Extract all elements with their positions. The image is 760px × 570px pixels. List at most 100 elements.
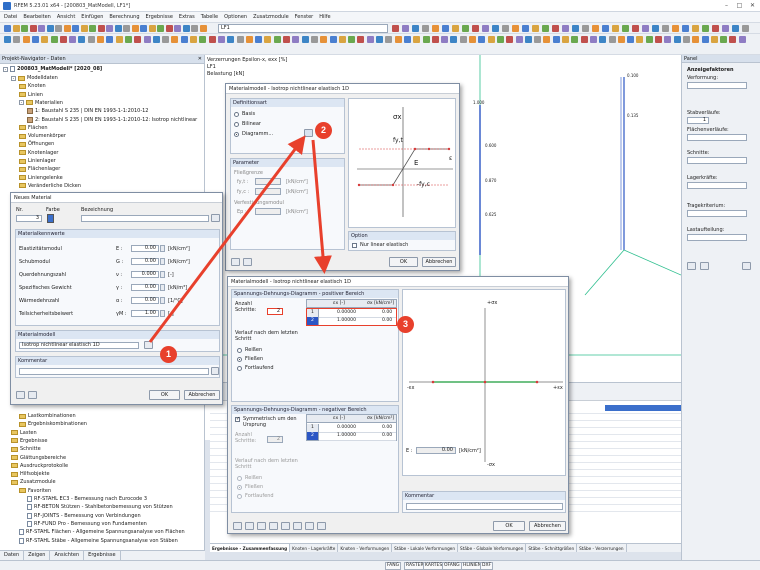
tree-item[interactable]: Linienlager bbox=[19, 157, 56, 165]
toolbar-icon[interactable] bbox=[589, 36, 597, 43]
help-icon[interactable] bbox=[231, 258, 240, 266]
toolbar-icon[interactable] bbox=[632, 25, 639, 32]
verlauf-radio[interactable] bbox=[237, 357, 242, 362]
toolbar-icon[interactable] bbox=[208, 36, 216, 43]
toolbar-icon[interactable] bbox=[301, 36, 309, 43]
toolbar-icon[interactable] bbox=[712, 25, 719, 32]
toolbar-icon[interactable] bbox=[338, 36, 346, 43]
toolbar-icon[interactable] bbox=[617, 36, 625, 43]
toolbar-icon[interactable] bbox=[552, 25, 559, 32]
menu-item-4[interactable]: Berechnung bbox=[109, 14, 139, 20]
tree-item[interactable]: Favoriten bbox=[19, 487, 51, 495]
toolbar-icon[interactable] bbox=[59, 36, 67, 43]
sigma-cell[interactable]: 0.00 bbox=[382, 425, 392, 431]
toolbar-icon[interactable] bbox=[636, 36, 644, 43]
dialog-tool-icon[interactable] bbox=[281, 522, 290, 530]
materialmodell-select[interactable]: Isotrop nichtlinear elastisch 1D bbox=[19, 342, 139, 349]
stepper[interactable] bbox=[160, 258, 165, 265]
toolbar-icon[interactable] bbox=[292, 36, 300, 43]
toolbar-icon[interactable] bbox=[642, 25, 649, 32]
panel-icon[interactable] bbox=[700, 262, 709, 270]
edit-diagram-icon[interactable] bbox=[304, 129, 313, 137]
close-icon[interactable]: ✕ bbox=[198, 55, 202, 64]
tree-item[interactable]: Lasten bbox=[11, 429, 37, 437]
toolbar-icon[interactable] bbox=[348, 36, 356, 43]
toolbar-icon[interactable] bbox=[552, 36, 560, 43]
tree-item[interactable]: Schnitte bbox=[11, 445, 41, 453]
toolbar-icon[interactable] bbox=[199, 36, 207, 43]
expand-icon[interactable]: - bbox=[19, 100, 24, 106]
menu-item-9[interactable]: Zusatzmodule bbox=[253, 14, 289, 20]
panel-input[interactable] bbox=[687, 134, 747, 141]
toolbar-icon[interactable] bbox=[462, 25, 469, 32]
toolbar-icon[interactable] bbox=[97, 25, 105, 32]
expand-icon[interactable]: - bbox=[3, 66, 8, 72]
toolbar-icon[interactable] bbox=[217, 36, 225, 43]
toolbar-icon[interactable] bbox=[496, 36, 504, 43]
panel-input[interactable]: 1 bbox=[687, 117, 709, 124]
minimize-icon[interactable]: – bbox=[722, 2, 731, 9]
ok-button[interactable]: OK bbox=[493, 521, 525, 531]
toolbar-icon[interactable] bbox=[442, 25, 449, 32]
toolbar-icon[interactable] bbox=[582, 25, 589, 32]
radio-basis[interactable] bbox=[234, 112, 239, 117]
nr-input[interactable]: 3 bbox=[16, 215, 42, 222]
toolbar-icon[interactable] bbox=[46, 25, 54, 32]
toolbar-icon[interactable] bbox=[50, 36, 58, 43]
tree-item[interactable]: Glättungsbereiche bbox=[11, 454, 66, 462]
toolbar-icon[interactable] bbox=[115, 36, 123, 43]
radio-diagramm[interactable] bbox=[234, 132, 239, 137]
dialog-tool-icon[interactable] bbox=[257, 522, 266, 530]
toolbar-icon[interactable] bbox=[174, 25, 181, 32]
toolbar-icon[interactable] bbox=[732, 25, 739, 32]
toolbar-icon[interactable] bbox=[645, 36, 653, 43]
tree-item[interactable]: Linien bbox=[19, 91, 43, 99]
toolbar-icon[interactable] bbox=[29, 25, 37, 32]
toolbar-icon[interactable] bbox=[652, 25, 659, 32]
toolbar-icon[interactable] bbox=[431, 36, 439, 43]
tree-item[interactable]: Flächen bbox=[19, 124, 48, 132]
dialog-tool-icon[interactable] bbox=[317, 522, 326, 530]
tree-item[interactable]: RF-JOINTS - Bemessung von Verbindungen bbox=[27, 512, 141, 520]
toolbar-icon[interactable] bbox=[722, 25, 729, 32]
toolbar-icon[interactable] bbox=[310, 36, 318, 43]
loadcase-select[interactable]: LF1 bbox=[218, 24, 388, 33]
toolbar-icon[interactable] bbox=[524, 36, 532, 43]
toolbar-icon[interactable] bbox=[682, 25, 689, 32]
dialog-tool-icon[interactable] bbox=[269, 522, 278, 530]
tree-item[interactable]: Zusatzmodule bbox=[11, 478, 56, 486]
toolbar-icon[interactable] bbox=[482, 25, 489, 32]
panel-input[interactable] bbox=[687, 82, 747, 89]
close-icon[interactable]: ✕ bbox=[748, 2, 757, 9]
status-toggle[interactable]: FANG bbox=[385, 562, 402, 570]
menu-item-10[interactable]: Fenster bbox=[295, 14, 314, 20]
stepper[interactable] bbox=[160, 245, 165, 252]
menu-item-0[interactable]: Datei bbox=[4, 14, 17, 20]
toolbar-icon[interactable] bbox=[580, 36, 588, 43]
navigator-tab[interactable]: Zeigen bbox=[24, 551, 51, 560]
toolbar-icon[interactable] bbox=[63, 25, 71, 32]
toolbar-icon[interactable] bbox=[69, 36, 77, 43]
ok-button[interactable]: OK bbox=[149, 390, 180, 400]
tree-item[interactable]: - Modelldaten bbox=[11, 74, 58, 82]
toolbar-icon[interactable] bbox=[320, 36, 328, 43]
property-input[interactable]: 0.00 bbox=[131, 258, 159, 265]
toolbar-icon[interactable] bbox=[140, 25, 147, 32]
dialog-tool-icon[interactable] bbox=[233, 522, 242, 530]
anzahl-neg-input[interactable]: 2 bbox=[267, 436, 283, 443]
table-tab[interactable]: Stäbe - Schnittgrößen bbox=[526, 544, 578, 552]
tree-item[interactable]: Liniengelenke bbox=[19, 174, 63, 182]
toolbar-icon[interactable] bbox=[672, 25, 679, 32]
toolbar-icon[interactable] bbox=[662, 25, 669, 32]
toolbar-icon[interactable] bbox=[571, 36, 579, 43]
dialog-tool-icon[interactable] bbox=[293, 522, 302, 530]
status-toggle[interactable]: DXF bbox=[480, 562, 494, 570]
maximize-icon[interactable]: □ bbox=[735, 2, 744, 9]
toolbar-icon[interactable] bbox=[148, 25, 156, 32]
menu-item-5[interactable]: Ergebnisse bbox=[146, 14, 173, 20]
tree-item[interactable]: RF-FUND Pro - Bemessung von Fundamenten bbox=[27, 520, 147, 528]
table-tab[interactable]: Stäbe - Verzerrungen bbox=[577, 544, 627, 552]
toolbar-icon[interactable] bbox=[31, 36, 39, 43]
toolbar-icon[interactable] bbox=[441, 36, 449, 43]
tree-item[interactable]: Ausdruckprotokolle bbox=[11, 462, 68, 470]
